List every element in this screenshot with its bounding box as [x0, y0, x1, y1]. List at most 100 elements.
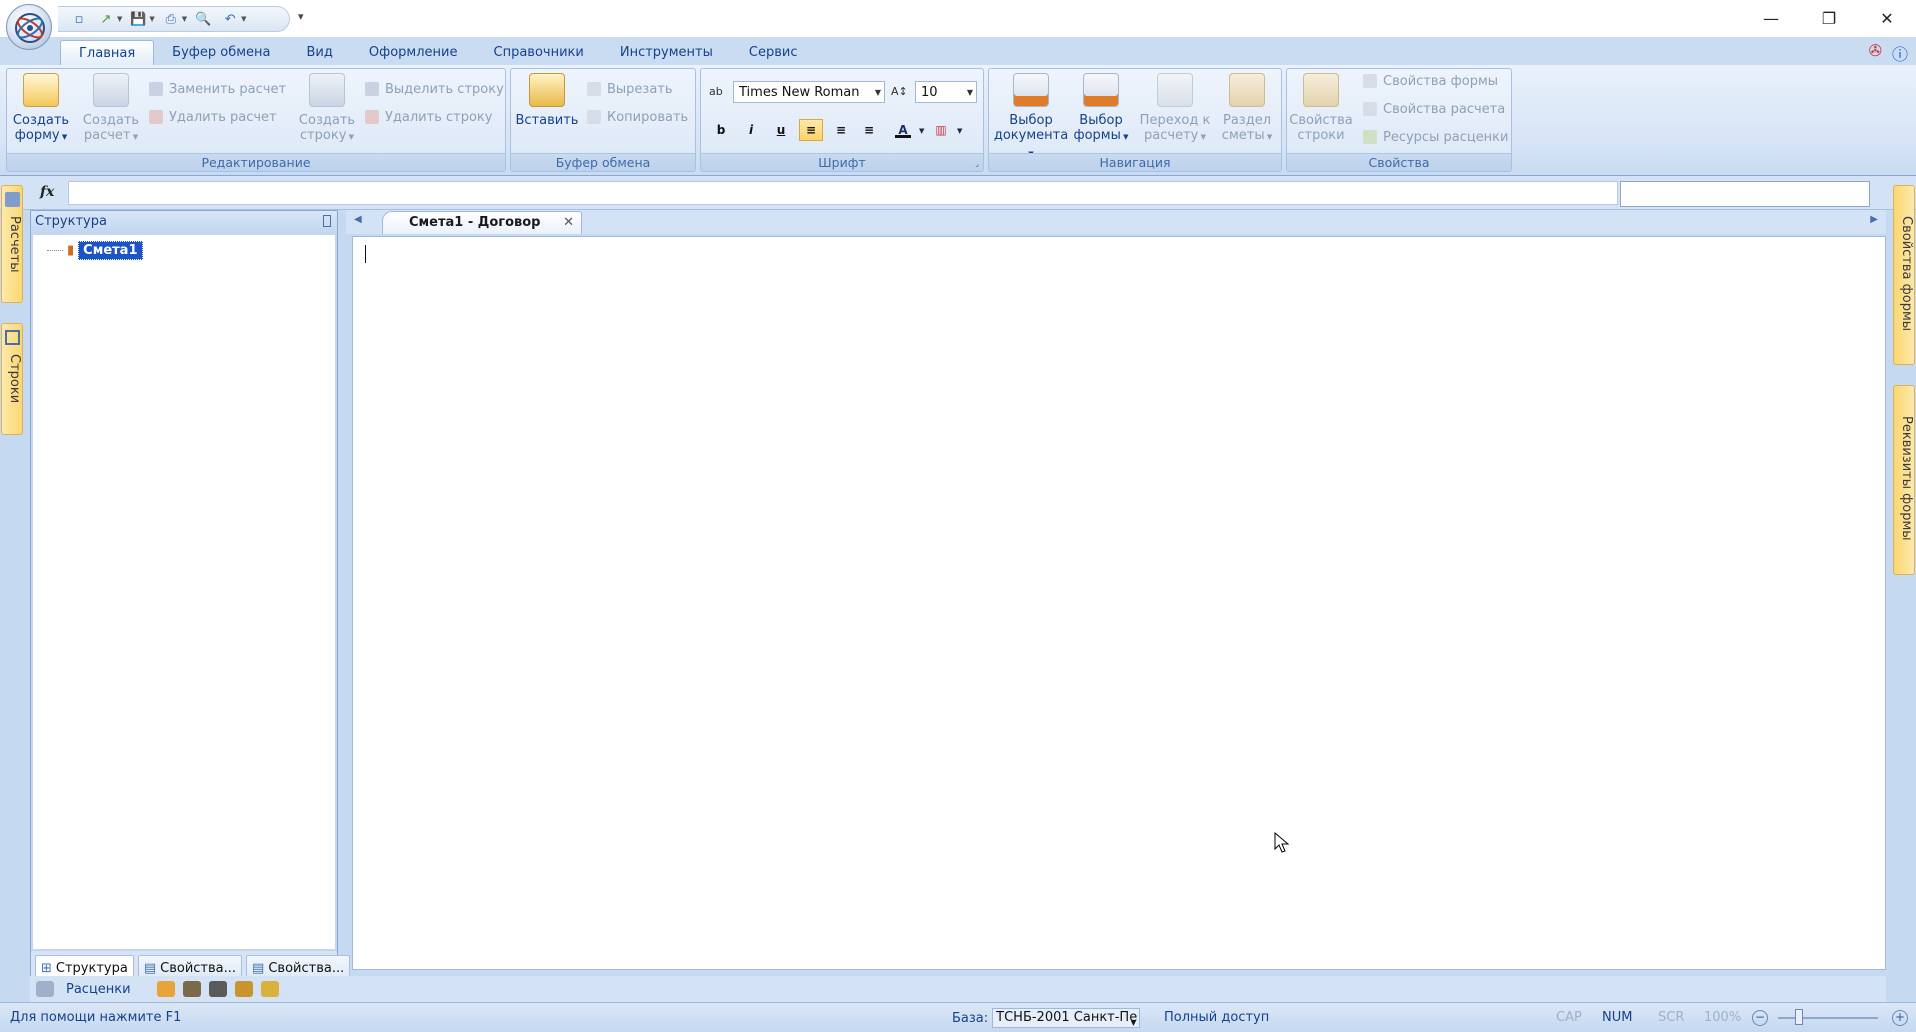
function-icon[interactable]: fx: [40, 184, 54, 200]
goto-calc-button[interactable]: Переход к расчету ▼: [1139, 73, 1211, 145]
zoom-out-button[interactable]: −: [1752, 1010, 1768, 1026]
tree-node[interactable]: ▮ Смета1: [47, 241, 143, 260]
bold-button[interactable]: b: [709, 119, 733, 141]
row-properties-button[interactable]: Свойства строки: [1289, 73, 1353, 143]
font-size-select[interactable]: 10 ▼: [915, 81, 977, 103]
hand-icon[interactable]: [156, 981, 175, 997]
zoom-slider-track[interactable]: [1778, 1017, 1878, 1019]
structure-tree[interactable]: ▮ Смета1: [31, 233, 337, 951]
create-calc-icon: [93, 73, 129, 107]
new-icon[interactable]: ▫: [68, 9, 90, 29]
restore-button[interactable]: ❐: [1800, 0, 1858, 37]
create-form-button[interactable]: Создать форму ▼: [9, 73, 73, 145]
select-form-button[interactable]: Выбор формы ▼: [1069, 73, 1133, 145]
create-row-button[interactable]: Создать строку ▼: [295, 73, 359, 145]
align-right-button[interactable]: ≡: [857, 119, 881, 141]
form-properties-button[interactable]: Свойства формы: [1363, 71, 1498, 91]
access-status: Полный доступ: [1164, 1010, 1270, 1025]
paste-button[interactable]: Вставить: [515, 73, 579, 128]
zoom-slider-thumb[interactable]: [1795, 1009, 1803, 1025]
tab-document[interactable]: Смета1 - Договор ✕: [382, 211, 582, 234]
font-family-select[interactable]: Times New Roman ▼: [733, 81, 885, 103]
close-button[interactable]: ✕: [1858, 0, 1916, 37]
tab-service[interactable]: Сервис: [731, 40, 816, 65]
tree-node-label[interactable]: Смета1: [78, 241, 143, 260]
select-row-button[interactable]: Выделить строку: [365, 79, 504, 99]
right-side-tabs: Свойства формы Реквизиты формы: [1892, 185, 1916, 575]
side-tab-form-requisites[interactable]: Реквизиты формы: [1893, 385, 1915, 575]
fill-color-button[interactable]: ▥: [929, 119, 953, 141]
zoom-in-button[interactable]: +: [1892, 1010, 1908, 1026]
base-select[interactable]: ТСНБ-2001 Санкт-Пе ▼: [992, 1008, 1141, 1028]
replace-calc-button[interactable]: Заменить расчет: [149, 79, 286, 99]
print-icon[interactable]: ⎙: [160, 9, 182, 29]
group-properties: Свойства строки Свойства формы Свойства …: [1286, 68, 1512, 172]
cut-button[interactable]: Вырезать: [587, 79, 673, 99]
tools-icon[interactable]: [234, 981, 253, 997]
group-label-properties: Свойства: [1287, 153, 1511, 171]
tab-view[interactable]: Вид: [289, 40, 351, 65]
scroll-right-icon[interactable]: ▶: [1870, 214, 1878, 225]
chevron-down-icon[interactable]: ▼: [919, 127, 924, 135]
document-editor[interactable]: [352, 236, 1886, 970]
chevron-down-icon[interactable]: ▼: [957, 127, 962, 135]
save-icon[interactable]: 💾: [127, 9, 149, 29]
chevron-down-icon[interactable]: ▼: [182, 15, 187, 23]
chevron-down-icon[interactable]: ▼: [241, 15, 246, 23]
formula-bar: fx: [0, 176, 1916, 210]
app-menu-button[interactable]: [6, 4, 52, 50]
row-properties-icon: [1303, 73, 1339, 107]
preview-icon[interactable]: 🔍: [192, 9, 214, 29]
close-icon[interactable]: ✕: [563, 212, 574, 234]
worker-icon[interactable]: [182, 981, 201, 997]
side-tab-rows[interactable]: Строки: [1, 323, 23, 435]
copy-button[interactable]: Копировать: [587, 107, 688, 127]
undo-icon[interactable]: ↶: [219, 9, 241, 29]
chevron-down-icon[interactable]: ▼: [117, 15, 122, 23]
money-icon[interactable]: [260, 981, 279, 997]
align-center-button[interactable]: ≡: [829, 119, 853, 141]
estimate-section-button[interactable]: Раздел сметы ▼: [1215, 73, 1279, 145]
minimize-button[interactable]: —: [1742, 0, 1800, 37]
italic-button[interactable]: i: [739, 119, 763, 141]
side-tab-form-properties[interactable]: Свойства формы: [1893, 185, 1915, 365]
tab-home[interactable]: Главная: [60, 40, 155, 65]
tab-clipboard[interactable]: Буфер обмена: [154, 40, 288, 65]
calcs-icon: [5, 192, 20, 207]
font-color-button[interactable]: A: [891, 119, 915, 141]
status-bar: Для помощи нажмите F1 База: ТСНБ-2001 Са…: [0, 1002, 1916, 1032]
chevron-down-icon: ▼: [1130, 1019, 1137, 1027]
machine-icon[interactable]: [208, 981, 227, 997]
customize-qat-icon[interactable]: ▾: [298, 10, 304, 23]
align-left-button[interactable]: ≡: [799, 119, 823, 141]
delete-row-button[interactable]: Удалить строку: [365, 107, 492, 127]
help-lifebuoy-icon[interactable]: ✇: [1869, 41, 1882, 65]
scroll-left-icon[interactable]: ◀: [354, 214, 362, 225]
estimate-icon: ▮: [67, 243, 75, 258]
tab-formatting[interactable]: Оформление: [351, 40, 476, 65]
create-calc-button[interactable]: Создать расчет ▼: [79, 73, 143, 145]
info-icon[interactable]: ⓘ: [1892, 41, 1908, 65]
group-navigation: Выбор документа ▼ Выбор формы ▼ Переход …: [988, 68, 1282, 172]
chevron-down-icon[interactable]: ▼: [149, 15, 154, 23]
side-tab-calcs[interactable]: Расчеты: [1, 185, 23, 303]
open-icon[interactable]: ↗: [95, 9, 117, 29]
dialog-launcher-icon[interactable]: ⌟: [975, 159, 979, 168]
group-label-clipboard: Буфер обмена: [511, 153, 695, 171]
tab-tools[interactable]: Инструменты: [602, 40, 731, 65]
tab-references[interactable]: Справочники: [476, 40, 602, 65]
zoom-level: 100%: [1704, 1010, 1742, 1025]
rate-resources-button[interactable]: Ресурсы расценки: [1363, 127, 1509, 147]
name-box[interactable]: [1620, 181, 1870, 207]
pin-icon[interactable]: [323, 215, 331, 227]
formula-input[interactable]: [68, 181, 1618, 205]
form-properties-icon: [1363, 74, 1377, 88]
group-font: ab Times New Roman ▼ A↕ 10 ▼ b i u ≡ ≡ ≡ A…: [700, 68, 984, 172]
select-document-button[interactable]: Выбор документа ▼: [993, 73, 1069, 162]
scroll-indicator: SCR: [1658, 1010, 1685, 1025]
create-row-icon: [309, 73, 345, 107]
underline-button[interactable]: u: [769, 119, 793, 141]
delete-calc-button[interactable]: Удалить расчет: [149, 107, 277, 127]
calc-properties-button[interactable]: Свойства расчета: [1363, 99, 1505, 119]
rates-label[interactable]: Расценки: [66, 982, 131, 997]
